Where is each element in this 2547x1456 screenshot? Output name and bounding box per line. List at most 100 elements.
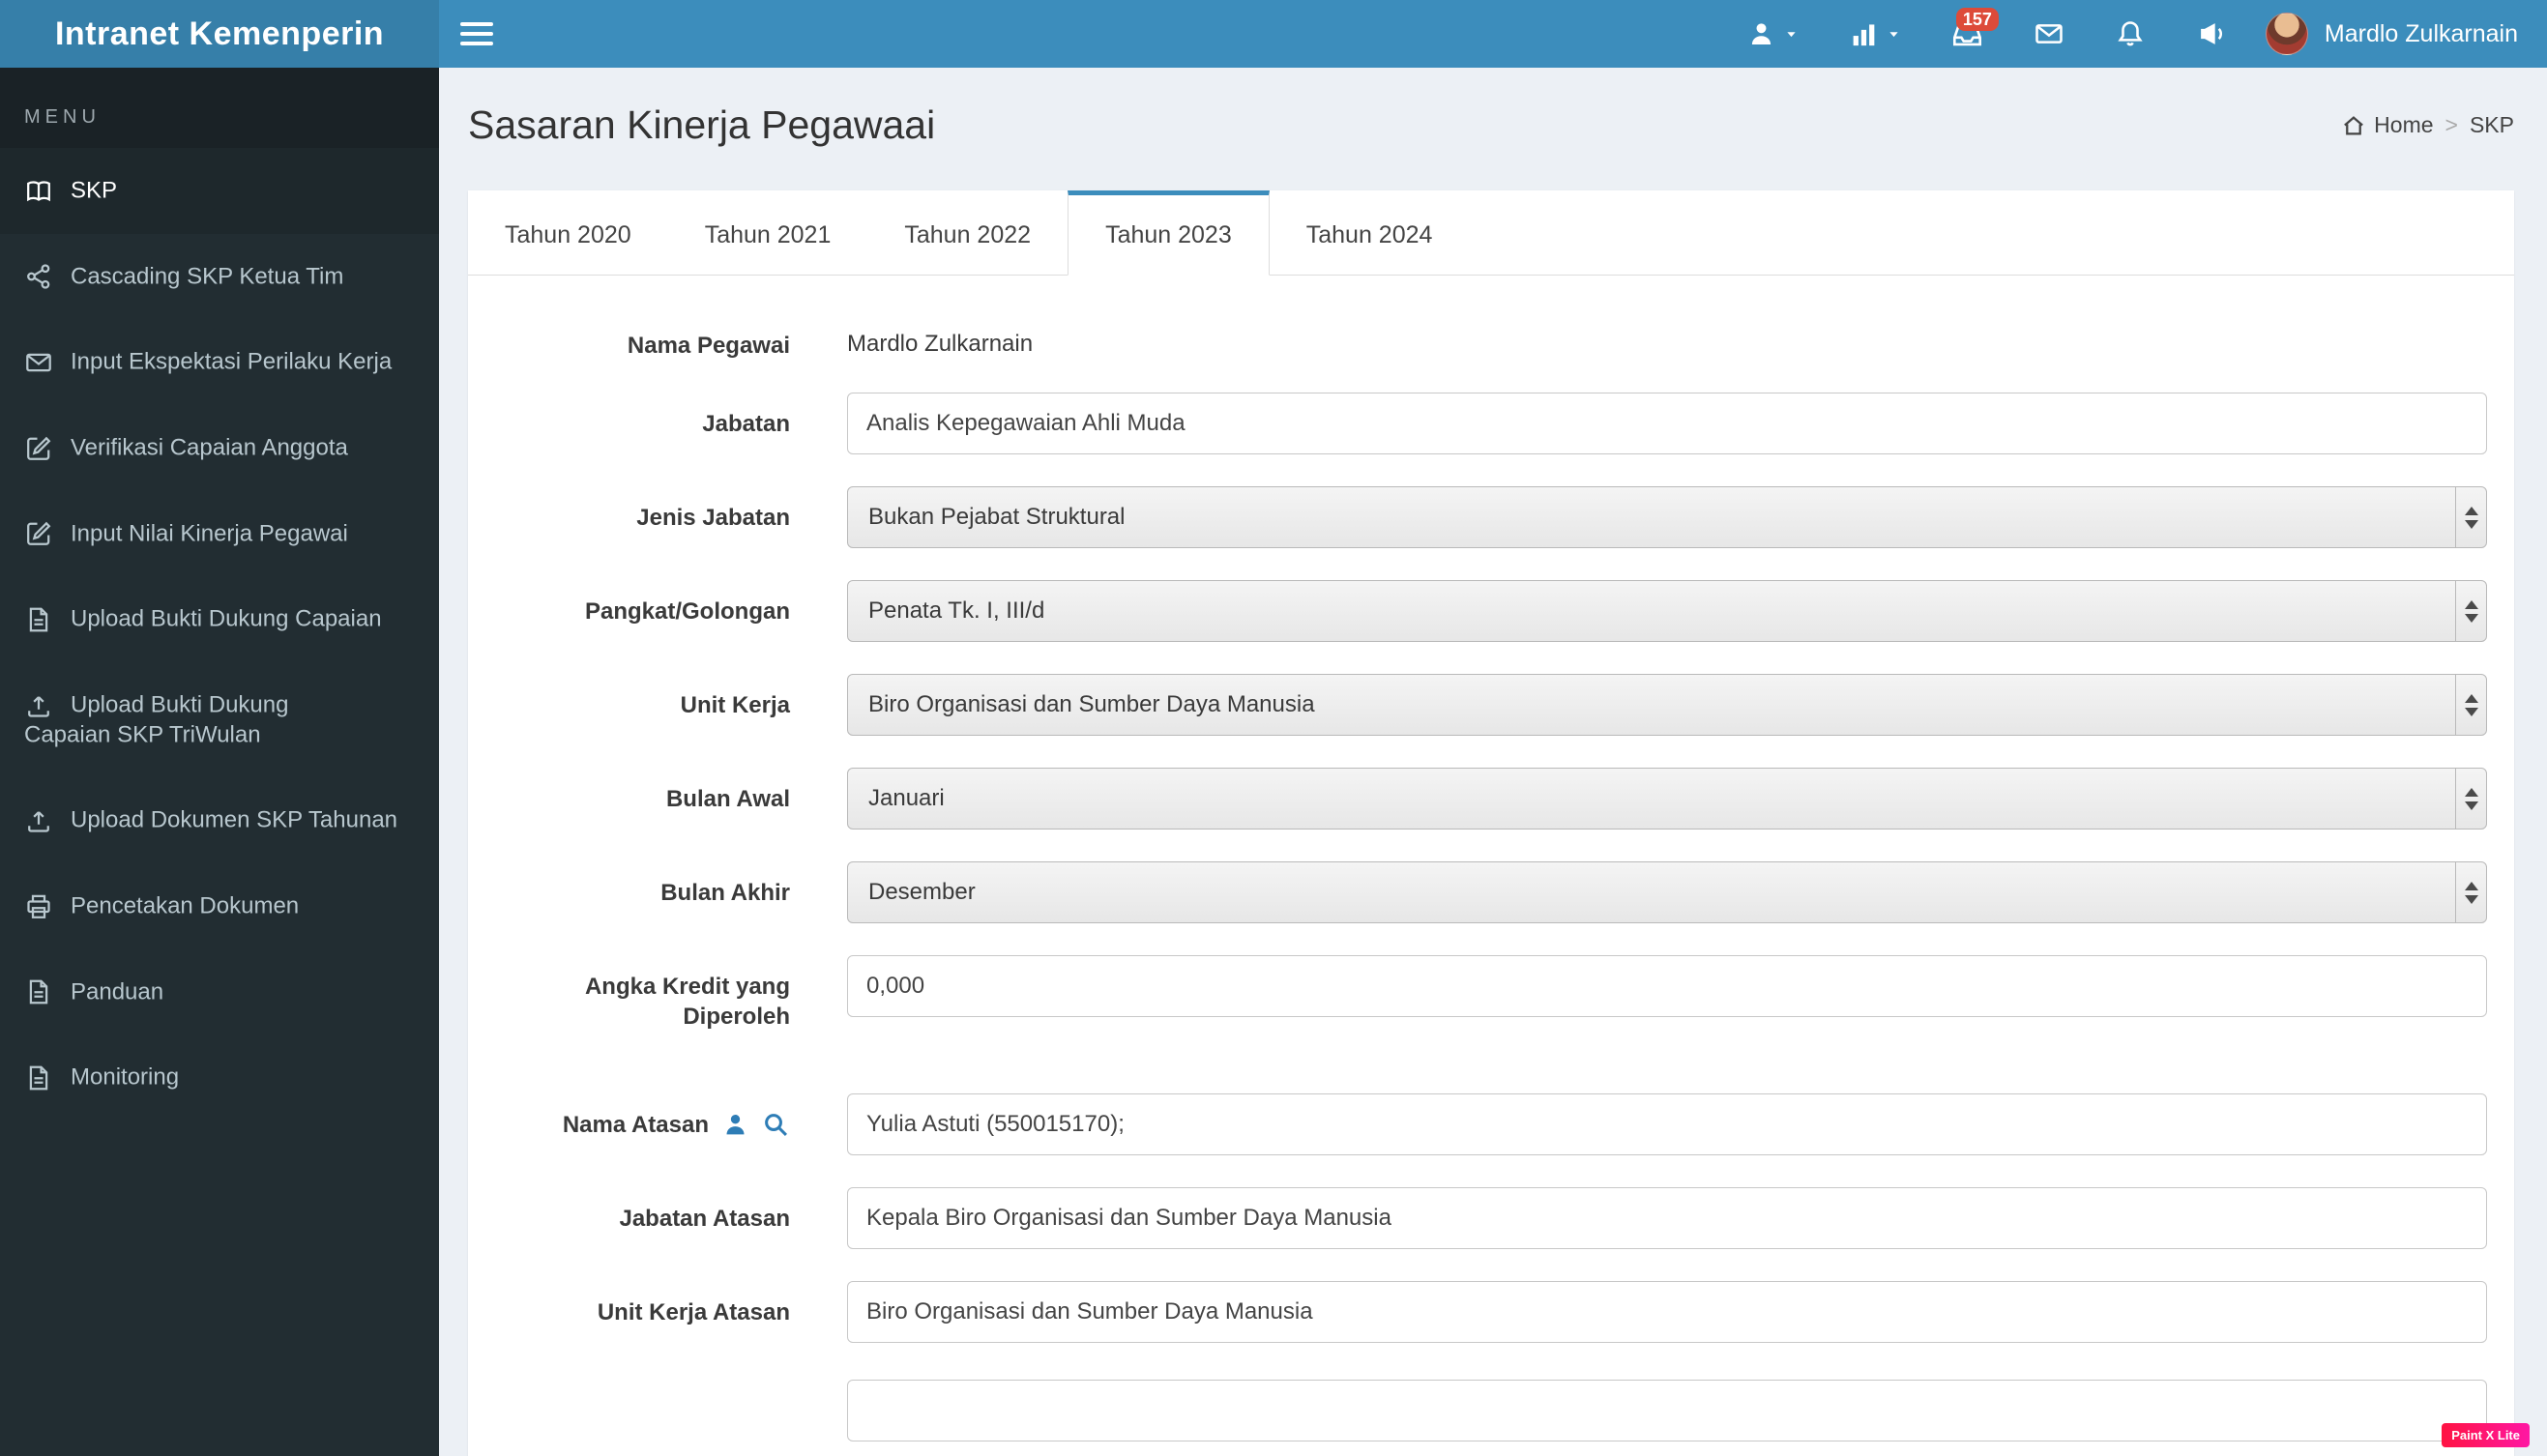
select-stepper-icon bbox=[2455, 487, 2486, 547]
tab-tahun-2024[interactable]: Tahun 2024 bbox=[1270, 190, 1470, 276]
paint-x-lite-watermark: Paint X Lite bbox=[2442, 1423, 2530, 1447]
mail-icon bbox=[2034, 18, 2064, 49]
sidebar-item-skp[interactable]: SKP bbox=[0, 148, 439, 234]
stats-menu-button[interactable] bbox=[1824, 0, 1926, 68]
breadcrumb: Home > SKP bbox=[2342, 112, 2514, 138]
sidebar-item-panduan[interactable]: Panduan bbox=[0, 949, 439, 1035]
brand-logo[interactable]: Intranet Kemenperin bbox=[0, 0, 439, 68]
angka-kredit-label: Angka Kredit yang Diperoleh bbox=[584, 974, 790, 1030]
skp-card: Tahun 2020 Tahun 2021 Tahun 2022 Tahun 2… bbox=[468, 190, 2514, 1456]
caret-down-icon bbox=[1887, 27, 1901, 42]
user-profile-button[interactable]: Mardlo Zulkarnain bbox=[2252, 0, 2547, 68]
tab-tahun-2020[interactable]: Tahun 2020 bbox=[468, 190, 668, 276]
sidebar-item-upload-bukti[interactable]: Upload Bukti Dukung Capaian bbox=[0, 576, 439, 662]
sidebar-item-label: Input Nilai Kinerja Pegawai bbox=[71, 520, 348, 547]
sidebar-item-verifikasi-capaian[interactable]: Verifikasi Capaian Anggota bbox=[0, 405, 439, 491]
jabatan-atasan-label: Jabatan Atasan bbox=[619, 1206, 790, 1232]
file-icon bbox=[24, 1063, 53, 1092]
year-tabs: Tahun 2020 Tahun 2021 Tahun 2022 Tahun 2… bbox=[468, 190, 2514, 276]
sidebar-item-label: Verifikasi Capaian Anggota bbox=[71, 434, 348, 461]
unit-kerja-select[interactable]: Biro Organisasi dan Sumber Daya Manusia bbox=[847, 674, 2487, 736]
breadcrumb-home-link[interactable]: Home bbox=[2374, 112, 2433, 138]
sidebar-item-pencetakan[interactable]: Pencetakan Dokumen bbox=[0, 863, 439, 949]
form-row-next-partial bbox=[500, 1380, 2487, 1441]
jabatan-input[interactable] bbox=[847, 393, 2487, 454]
bulan-awal-select[interactable]: Januari bbox=[847, 768, 2487, 830]
envelope-icon bbox=[24, 348, 53, 377]
search-icon bbox=[765, 1113, 788, 1136]
form-row-bulan-awal: Bulan Awal Januari bbox=[500, 768, 2487, 830]
tab-tahun-2021[interactable]: Tahun 2021 bbox=[668, 190, 868, 276]
sidebar-item-input-ekspektasi[interactable]: Input Ekspektasi Perilaku Kerja bbox=[0, 319, 439, 405]
upload-icon bbox=[24, 691, 53, 720]
tab-tahun-2022[interactable]: Tahun 2022 bbox=[867, 190, 1068, 276]
bell-icon bbox=[2115, 18, 2146, 49]
page-title: Sasaran Kinerja Pegawaai bbox=[468, 102, 936, 147]
bulan-awal-label: Bulan Awal bbox=[665, 786, 790, 812]
caret-down-icon bbox=[1784, 27, 1799, 42]
select-stepper-icon bbox=[2455, 675, 2486, 735]
user-icon bbox=[1746, 19, 1776, 49]
nama-pegawai-label: Nama Pegawai bbox=[627, 333, 790, 359]
jabatan-atasan-input[interactable] bbox=[847, 1187, 2487, 1249]
upload-icon bbox=[24, 806, 53, 835]
unit-kerja-atasan-label: Unit Kerja Atasan bbox=[597, 1299, 790, 1325]
select-person-button[interactable] bbox=[721, 1111, 749, 1139]
sidebar-item-label: Upload Bukti Dukung Capaian SKP TriWulan bbox=[24, 691, 289, 748]
notification-badge: 157 bbox=[1955, 8, 1999, 31]
edit-icon bbox=[24, 434, 53, 463]
form-row-unit-kerja: Unit Kerja Biro Organisasi dan Sumber Da… bbox=[500, 674, 2487, 736]
bulan-akhir-label: Bulan Akhir bbox=[660, 880, 790, 906]
book-icon bbox=[24, 177, 53, 206]
angka-kredit-input[interactable] bbox=[847, 955, 2487, 1017]
pangkat-golongan-label: Pangkat/Golongan bbox=[584, 598, 790, 625]
sidebar: MENU SKP Cascading SKP Ketua Tim Input E… bbox=[0, 68, 439, 1456]
jenis-jabatan-label: Jenis Jabatan bbox=[636, 505, 790, 531]
skp-form: Nama Pegawai Mardlo Zulkarnain Jabatan J… bbox=[468, 276, 2514, 1441]
hamburger-icon bbox=[460, 16, 493, 51]
bulan-akhir-select[interactable]: Desember bbox=[847, 861, 2487, 923]
notifications-button[interactable] bbox=[2090, 0, 2171, 68]
sidebar-item-upload-bukti-triwulan[interactable]: Upload Bukti Dukung Capaian SKP TriWulan bbox=[0, 662, 439, 777]
sidebar-item-input-nilai[interactable]: Input Nilai Kinerja Pegawai bbox=[0, 491, 439, 577]
breadcrumb-separator: > bbox=[2445, 112, 2458, 137]
sidebar-item-label: Monitoring bbox=[71, 1063, 180, 1091]
share-icon bbox=[24, 262, 53, 291]
sidebar-item-label: Upload Bukti Dukung Capaian bbox=[71, 605, 382, 632]
form-row-angka-kredit: Angka Kredit yang Diperoleh bbox=[500, 955, 2487, 1032]
jenis-jabatan-select[interactable]: Bukan Pejabat Struktural bbox=[847, 486, 2487, 548]
sidebar-item-label: Input Ekspektasi Perilaku Kerja bbox=[71, 348, 393, 375]
inbox-button[interactable]: 157 bbox=[1926, 0, 2008, 68]
announcements-button[interactable] bbox=[2171, 0, 2252, 68]
bar-chart-icon bbox=[1849, 19, 1879, 49]
nama-atasan-input[interactable] bbox=[847, 1093, 2487, 1155]
tab-tahun-2023[interactable]: Tahun 2023 bbox=[1068, 190, 1270, 276]
search-person-button[interactable] bbox=[762, 1111, 790, 1139]
mail-button[interactable] bbox=[2008, 0, 2090, 68]
unit-kerja-selected-value: Biro Organisasi dan Sumber Daya Manusia bbox=[868, 691, 1315, 717]
megaphone-icon bbox=[2196, 18, 2227, 49]
person-icon bbox=[726, 1114, 745, 1134]
sidebar-item-cascading-skp[interactable]: Cascading SKP Ketua Tim bbox=[0, 234, 439, 320]
sidebar-item-label: Upload Dokumen SKP Tahunan bbox=[71, 806, 398, 833]
unit-kerja-atasan-input[interactable] bbox=[847, 1281, 2487, 1343]
sidebar-toggle-button[interactable] bbox=[439, 0, 514, 68]
sidebar-item-label: Panduan bbox=[71, 978, 164, 1005]
next-field-input[interactable] bbox=[847, 1380, 2487, 1441]
select-stepper-icon bbox=[2455, 581, 2486, 641]
main-content: Sasaran Kinerja Pegawaai Home > SKP Tahu… bbox=[439, 68, 2547, 1456]
avatar bbox=[2265, 13, 2308, 55]
form-row-pangkat-golongan: Pangkat/Golongan Penata Tk. I, III/d bbox=[500, 580, 2487, 642]
top-navbar: 157 Mardlo Zulkarnain bbox=[439, 0, 2547, 68]
form-row-nama-pegawai: Nama Pegawai Mardlo Zulkarnain bbox=[500, 314, 2487, 361]
sidebar-item-upload-dokumen-tahunan[interactable]: Upload Dokumen SKP Tahunan bbox=[0, 777, 439, 863]
navbar-user-name: Mardlo Zulkarnain bbox=[2324, 19, 2518, 47]
sidebar-menu-header: MENU bbox=[0, 68, 439, 148]
edit-icon bbox=[24, 519, 53, 548]
sidebar-item-monitoring[interactable]: Monitoring bbox=[0, 1034, 439, 1121]
sidebar-item-label: Pencetakan Dokumen bbox=[71, 892, 300, 919]
jenis-jabatan-selected-value: Bukan Pejabat Struktural bbox=[868, 504, 1126, 530]
pangkat-golongan-select[interactable]: Penata Tk. I, III/d bbox=[847, 580, 2487, 642]
user-menu-button[interactable] bbox=[1721, 0, 1824, 68]
file-icon bbox=[24, 977, 53, 1006]
